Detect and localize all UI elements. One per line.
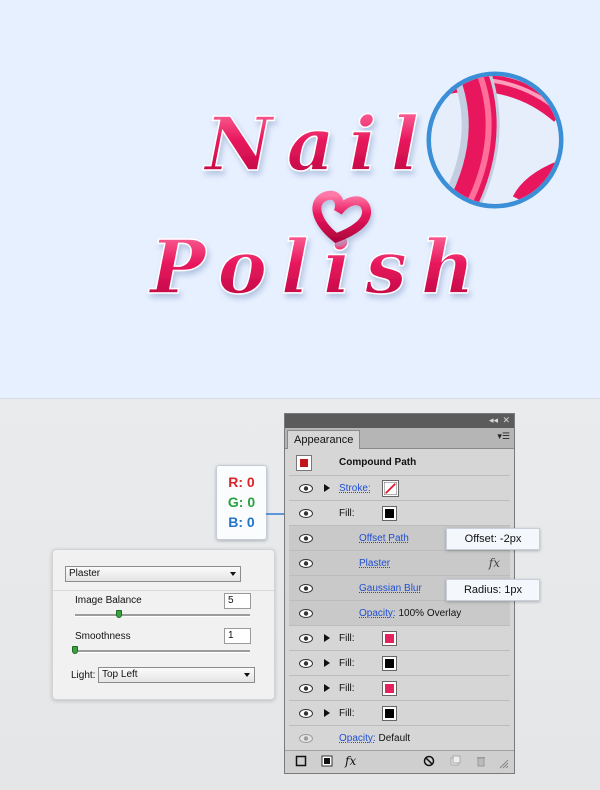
- artwork-canvas: Nail Polish: [0, 0, 600, 399]
- appearance-row-plaster[interactable]: Plaster fx: [289, 551, 510, 576]
- plaster-filter-dialog: Plaster Image Balance 5 Smoothness 1 Lig…: [52, 549, 275, 700]
- magnifier-icon: [426, 71, 564, 209]
- expand-triangle-icon[interactable]: [324, 634, 330, 642]
- radius-value-callout: Radius: 1px: [446, 579, 540, 601]
- delete-trash-icon[interactable]: [475, 755, 487, 767]
- fill-label: Fill:: [339, 658, 355, 669]
- opacity-default-value: Default: [378, 733, 411, 744]
- compound-path-row[interactable]: Compound Path: [289, 450, 510, 476]
- fill-label: Fill:: [339, 508, 355, 519]
- filter-select[interactable]: Plaster: [65, 566, 241, 582]
- fill-label: Fill:: [339, 683, 355, 694]
- opacity-overlay-label[interactable]: Opacity: 100% Overlay: [359, 601, 461, 626]
- compound-path-title: Compound Path: [339, 457, 417, 468]
- smoothness-slider-thumb[interactable]: [72, 646, 78, 654]
- fill-swatch-black[interactable]: [382, 706, 397, 721]
- opacity-default-label[interactable]: Opacity: Default: [339, 726, 410, 751]
- duplicate-item-icon[interactable]: [449, 755, 461, 767]
- plaster-label[interactable]: Plaster: [359, 551, 390, 576]
- appearance-row-fill-black-1[interactable]: Fill:: [289, 651, 510, 676]
- visibility-eye-icon[interactable]: [299, 584, 313, 593]
- artwork-text-line2: Polish: [148, 225, 489, 311]
- fx-icon: fx: [488, 556, 500, 570]
- chevron-down-icon: [244, 673, 250, 677]
- panel-menu-icon[interactable]: ▾☰: [497, 432, 510, 442]
- smoothness-slider-track[interactable]: [75, 650, 250, 653]
- light-label: Light:: [71, 670, 96, 681]
- panel-bottom-toolbar: fx: [285, 750, 514, 773]
- visibility-eye-icon[interactable]: [299, 634, 313, 643]
- expand-triangle-icon[interactable]: [324, 659, 330, 667]
- smoothness-label: Smoothness: [75, 631, 131, 642]
- fill-label: Fill:: [339, 708, 355, 719]
- appearance-row-opacity-overlay[interactable]: Opacity: 100% Overlay: [289, 601, 510, 626]
- visibility-eye-icon[interactable]: [299, 609, 313, 618]
- opacity-overlay-value: 100% Overlay: [398, 608, 462, 619]
- add-effect-fx-icon[interactable]: fx: [345, 754, 365, 768]
- panel-tab-row: Appearance ▾☰: [285, 428, 514, 449]
- none-icon[interactable]: [382, 480, 399, 497]
- fill-label: Fill:: [339, 633, 355, 644]
- rgb-green-value: G: 0: [227, 494, 256, 510]
- appearance-row-opacity-default[interactable]: Opacity: Default: [289, 726, 510, 751]
- appearance-row-stroke[interactable]: Stroke:: [289, 476, 510, 501]
- visibility-eye-icon[interactable]: [299, 684, 313, 693]
- collapse-panel-icon[interactable]: ◂◂: [489, 415, 498, 427]
- compound-path-thumbnail-icon: [296, 455, 312, 471]
- image-balance-input[interactable]: 5: [224, 593, 251, 609]
- offset-path-label[interactable]: Offset Path: [359, 526, 409, 551]
- light-direction-value: Top Left: [102, 669, 138, 680]
- appearance-row-fill-black-2[interactable]: Fill:: [289, 701, 510, 726]
- gaussian-blur-label[interactable]: Gaussian Blur: [359, 576, 422, 601]
- fill-swatch-pink[interactable]: [382, 681, 397, 696]
- filter-select-value: Plaster: [69, 568, 101, 579]
- appearance-row-fill-pink-1[interactable]: Fill:: [289, 626, 510, 651]
- rgb-values-callout: R: 0 G: 0 B: 0: [216, 465, 267, 540]
- clear-appearance-icon[interactable]: [423, 755, 435, 767]
- panel-titlebar[interactable]: ◂◂ ✕: [285, 414, 514, 428]
- expand-triangle-icon[interactable]: [324, 709, 330, 717]
- stroke-label[interactable]: Stroke:: [339, 476, 371, 501]
- visibility-eye-icon[interactable]: [299, 534, 313, 543]
- rgb-blue-value: B: 0: [228, 514, 255, 530]
- image-balance-slider-thumb[interactable]: [115, 610, 122, 618]
- close-panel-icon[interactable]: ✕: [502, 415, 510, 427]
- visibility-eye-icon[interactable]: [299, 509, 313, 518]
- nail-polish-artwork: Nail Polish: [147, 71, 564, 312]
- visibility-eye-icon[interactable]: [299, 709, 313, 718]
- visibility-eye-icon[interactable]: [299, 559, 313, 568]
- light-direction-select[interactable]: Top Left: [98, 667, 255, 683]
- appearance-row-fill-main[interactable]: Fill:: [289, 501, 510, 526]
- visibility-eye-icon[interactable]: [299, 484, 313, 493]
- fill-swatch-black[interactable]: [382, 656, 397, 671]
- tab-appearance[interactable]: Appearance: [287, 430, 361, 449]
- offset-value-callout: Offset: -2px: [446, 528, 540, 550]
- artwork-text-line1: Nail: [203, 102, 433, 188]
- add-new-fill-icon[interactable]: [321, 755, 333, 767]
- divider: [53, 590, 274, 591]
- resize-grip-icon[interactable]: [499, 759, 509, 769]
- visibility-eye-icon[interactable]: [299, 659, 313, 668]
- visibility-eye-icon[interactable]: [299, 734, 313, 743]
- fill-swatch-black[interactable]: [382, 506, 397, 521]
- expand-triangle-icon[interactable]: [324, 484, 330, 492]
- image-balance-label: Image Balance: [75, 595, 142, 606]
- add-new-stroke-icon[interactable]: [295, 755, 307, 767]
- fill-swatch-pink[interactable]: [382, 631, 397, 646]
- expand-triangle-icon[interactable]: [324, 684, 330, 692]
- smoothness-input[interactable]: 1: [224, 628, 251, 644]
- chevron-down-icon: [230, 572, 236, 576]
- rgb-red-value: R: 0: [228, 474, 255, 490]
- appearance-row-fill-pink-2[interactable]: Fill:: [289, 676, 510, 701]
- image-balance-slider-track[interactable]: [75, 614, 250, 617]
